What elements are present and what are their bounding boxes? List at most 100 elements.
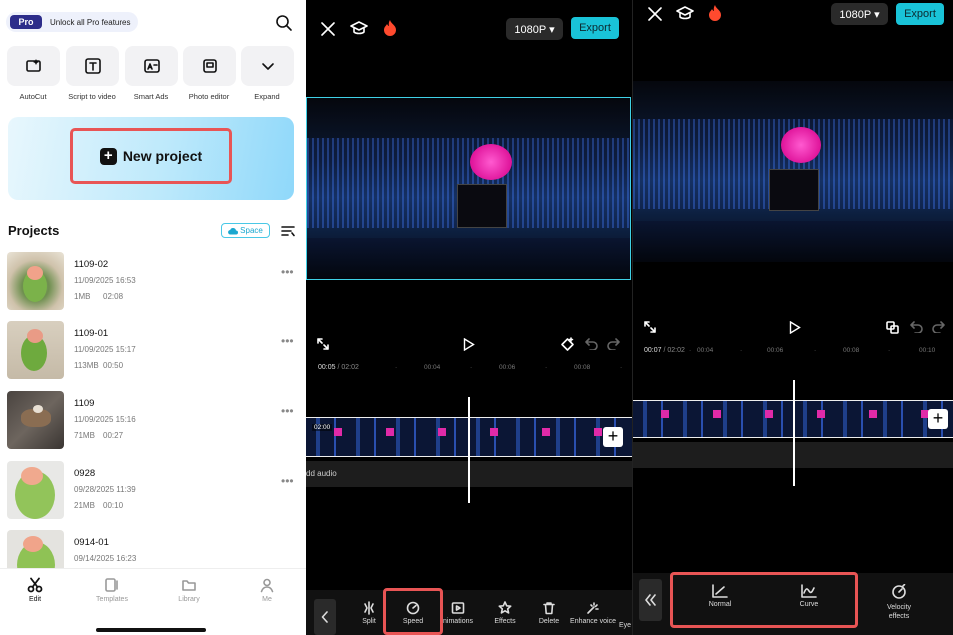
export-button[interactable]: Export (896, 3, 944, 25)
play-icon[interactable] (789, 321, 801, 334)
resolution-dropdown[interactable]: 1080P ▾ (506, 18, 563, 40)
delete-button[interactable]: Delete (527, 601, 571, 625)
more-icon[interactable]: ••• (281, 404, 294, 418)
project-size: 113MB (74, 361, 99, 370)
play-icon[interactable] (463, 338, 475, 351)
split-icon (364, 601, 374, 615)
tick: 00:10 (919, 347, 936, 354)
eye-label[interactable]: Eye (619, 622, 631, 629)
project-row[interactable]: 1109 11/09/2025 15:16 71MB 00:27 ••• (0, 391, 306, 460)
playhead[interactable] (793, 380, 795, 486)
autocut-button[interactable] (7, 46, 60, 86)
nav-templates[interactable]: Templates (82, 577, 142, 603)
fullscreen-icon[interactable] (317, 338, 329, 350)
collapse-button[interactable] (639, 579, 662, 621)
chevron-down-icon (261, 63, 274, 70)
close-icon[interactable] (648, 7, 662, 21)
curve-speed-button[interactable]: Curve (787, 584, 831, 608)
user-icon (260, 578, 274, 593)
more-icon[interactable]: ••• (281, 334, 294, 348)
nav-library[interactable]: Library (159, 577, 219, 603)
animations-label: nimations (443, 618, 473, 625)
nav-edit[interactable]: Edit (5, 577, 65, 603)
add-audio-label: dd audio (306, 469, 337, 478)
copy-icon[interactable] (886, 321, 899, 334)
project-thumbnail (7, 321, 64, 379)
nav-label-edit: Edit (28, 596, 42, 603)
project-name: 0914-01 (74, 537, 109, 548)
tool-label-expand: Expand (254, 92, 280, 101)
project-duration: 00:27 (103, 431, 124, 440)
tick: · (395, 364, 398, 371)
script-to-video-button[interactable] (66, 46, 119, 86)
space-button[interactable]: Space (221, 223, 270, 238)
flame-icon[interactable] (383, 19, 397, 37)
nav-label-me: Me (262, 596, 272, 603)
project-name: 0928 (74, 468, 96, 479)
project-duration: 02:08 (103, 292, 124, 301)
resolution-dropdown[interactable]: 1080P ▾ (831, 3, 888, 25)
smart-ads-button[interactable] (125, 46, 178, 86)
project-row[interactable]: 1109-02 11/09/2025 16:53 1MB 02:08 ••• (0, 252, 306, 321)
curve-speed-label: Curve (799, 601, 819, 608)
effects-label: Effects (494, 618, 516, 625)
project-duration: 00:10 (103, 501, 124, 510)
cloud-icon (228, 227, 239, 235)
tick: · (689, 347, 692, 354)
redo-icon[interactable] (932, 321, 945, 333)
effects-button[interactable]: Effects (483, 601, 527, 625)
tick: 00:06 (767, 347, 784, 354)
editor-screen-speed-options: 1080P ▾ Export 00:07 / 02:02 · 00:04 · 0… (632, 0, 953, 635)
tick: · (620, 364, 623, 371)
close-icon[interactable] (321, 22, 335, 36)
more-icon[interactable]: ••• (281, 474, 294, 488)
project-row[interactable]: 0928 09/28/2025 11:39 21MB 00:10 ••• (0, 461, 306, 530)
undo-icon[interactable] (585, 338, 598, 350)
fullscreen-icon[interactable] (644, 321, 656, 333)
animations-button[interactable]: nimations (436, 601, 480, 625)
graduation-cap-icon[interactable] (676, 6, 694, 22)
flame-icon[interactable] (708, 4, 722, 22)
sort-icon[interactable] (281, 225, 295, 237)
video-preview[interactable] (306, 97, 631, 280)
double-chevron-left-icon (645, 594, 656, 606)
curve-speed-icon (801, 584, 817, 598)
back-button[interactable] (314, 599, 336, 635)
project-thumbnail (7, 461, 64, 519)
undo-icon[interactable] (910, 321, 923, 333)
photo-editor-button[interactable] (183, 46, 236, 86)
project-name: 1109-01 (74, 328, 109, 339)
normal-speed-button[interactable]: Normal (698, 584, 742, 608)
split-label: Split (362, 618, 376, 625)
add-clip-button[interactable]: + (928, 409, 948, 429)
keyframe-icon[interactable] (560, 337, 575, 352)
playhead[interactable] (468, 397, 470, 503)
add-clip-button[interactable]: + (603, 427, 623, 447)
chevron-left-icon (321, 611, 328, 623)
home-screen: Pro Unlock all Pro features AutoCut Scri… (0, 0, 306, 635)
nav-me[interactable]: Me (237, 577, 297, 603)
new-project-label: New project (122, 148, 203, 164)
effects-icon (498, 601, 512, 614)
project-row[interactable]: 1109-01 11/09/2025 15:17 113MB 00:50 ••• (0, 321, 306, 390)
speed-highlight (383, 588, 443, 635)
timecode: 00:05 / 02:02 (318, 364, 359, 371)
nav-label-templates: Templates (96, 596, 128, 603)
enhance-voice-button[interactable]: Enhance voice (570, 601, 616, 625)
project-thumbnail (7, 252, 64, 310)
velocity-effects-button[interactable]: Velocity effects (877, 584, 921, 621)
home-indicator (96, 628, 206, 632)
more-icon[interactable]: ••• (281, 265, 294, 279)
new-project-button[interactable]: + New project (70, 128, 232, 184)
export-button[interactable]: Export (571, 17, 619, 39)
graduation-cap-icon[interactable] (350, 21, 368, 37)
project-date: 11/09/2025 16:53 (74, 276, 136, 285)
project-duration: 00:50 (103, 361, 124, 370)
templates-icon (105, 578, 118, 592)
expand-button[interactable] (241, 46, 294, 86)
pro-banner[interactable]: Pro Unlock all Pro features (6, 12, 138, 32)
video-preview[interactable] (633, 81, 953, 262)
redo-icon[interactable] (607, 338, 620, 350)
project-date: 11/09/2025 15:16 (74, 415, 136, 424)
search-icon[interactable] (275, 14, 293, 32)
